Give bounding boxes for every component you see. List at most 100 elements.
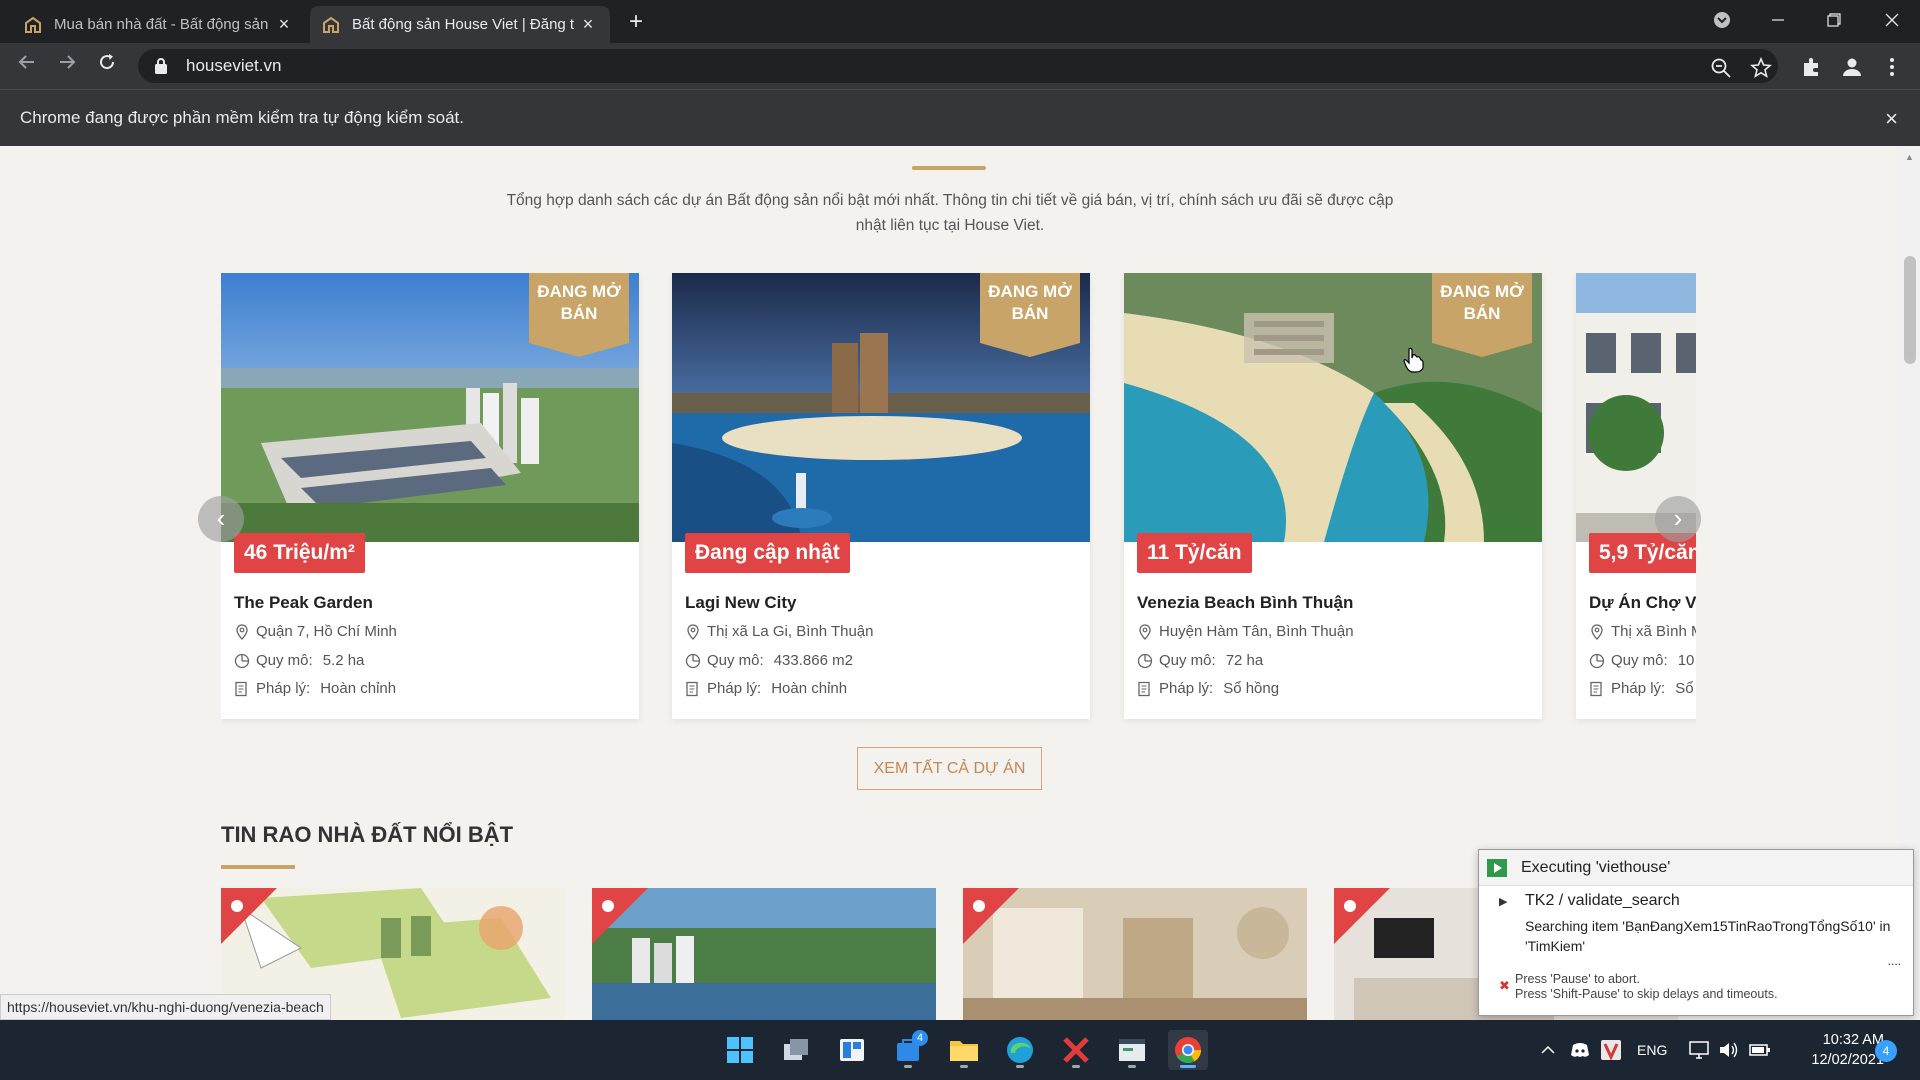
carousel-prev-arrow-icon[interactable]: ‹ (198, 496, 244, 542)
scrollbar-thumb[interactable] (1904, 256, 1916, 364)
execution-progress-dots: .... (1887, 954, 1901, 968)
location-pin-icon (1591, 623, 1603, 640)
scroll-up-arrow-icon[interactable]: ▲ (1905, 152, 1914, 162)
running-indicator (904, 1065, 912, 1068)
lock-icon[interactable] (154, 57, 172, 75)
restore-icon[interactable] (1806, 0, 1862, 40)
notification-badge[interactable]: 4 (1875, 1040, 1897, 1062)
open-sale-label: ĐANG MỞ BÁN (537, 282, 621, 323)
scale-label: Quy mô: (707, 652, 764, 669)
link-status-url: https://houseviet.vn/khu-nghi-duong/vene… (0, 994, 331, 1020)
project-name[interactable]: The Peak Garden (234, 593, 373, 613)
file-explorer-icon[interactable] (944, 1030, 984, 1070)
browser-tab-strip: Mua bán nhà đất - Bất động sản × Bất độn… (0, 0, 1920, 43)
clock-date: 12/02/2021 (1811, 1052, 1884, 1068)
running-indicator (960, 1065, 968, 1068)
execution-detail-line: Searching item 'BạnĐangXem15TinRaoTrongT… (1525, 918, 1891, 934)
tab-title: Mua bán nhà đất - Bất động sản (54, 16, 269, 33)
battery-icon[interactable] (1749, 1020, 1771, 1080)
reload-icon[interactable] (92, 51, 122, 81)
discord-icon[interactable] (1570, 1020, 1590, 1080)
infobar-message: Chrome đang được phần mềm kiểm tra tự độ… (20, 108, 464, 127)
zoom-out-icon[interactable] (1710, 57, 1732, 79)
forward-arrow-icon[interactable] (52, 51, 82, 81)
task-view-icon[interactable] (776, 1030, 816, 1070)
terminal-app-icon[interactable] (1112, 1030, 1152, 1070)
open-sale-badge: ĐANG MỞ BÁN (980, 273, 1080, 357)
scale-label: Quy mô: (256, 652, 313, 669)
microsoft-store-icon[interactable]: 4 (888, 1030, 928, 1070)
abort-x-icon: ✖ (1499, 978, 1510, 993)
language-indicator[interactable]: ENG (1637, 1020, 1667, 1080)
project-location: Huyện Hàm Tân, Bình Thuận (1137, 623, 1354, 640)
vivaldi-icon[interactable] (1601, 1020, 1621, 1080)
legal-label: Pháp lý: (1159, 680, 1214, 697)
execution-step: TK2 / validate_search (1525, 892, 1680, 909)
address-bar[interactable]: houseviet.vn (138, 49, 1778, 83)
edge-browser-icon[interactable] (1000, 1030, 1040, 1070)
profile-avatar-icon[interactable] (1840, 55, 1864, 79)
location-text: Quận 7, Hồ Chí Minh (256, 623, 397, 640)
project-card[interactable]: ĐANG MỞ BÁN 46 Triệu/m² The Peak Garden … (221, 273, 639, 719)
project-carousel: ĐANG MỞ BÁN 46 Triệu/m² The Peak Garden … (221, 273, 1696, 728)
location-pin-icon (1139, 623, 1151, 640)
tab-close-icon[interactable]: × (274, 14, 294, 35)
extensions-puzzle-icon[interactable] (1800, 55, 1824, 79)
show-hidden-icons-chevron-icon[interactable] (1540, 1020, 1556, 1080)
legal-value: Hoàn chỉnh (320, 680, 397, 697)
location-text: Huyện Hàm Tân, Bình Thuận (1159, 623, 1354, 640)
scale-value: 10 (1677, 652, 1695, 669)
tab-mua-ban-nha-dat[interactable]: Mua bán nhà đất - Bất động sản × (12, 6, 306, 43)
project-legal: Pháp lý: Hoàn chỉnh (685, 680, 847, 697)
hot-listing-badge-icon (1334, 888, 1390, 944)
hand-cursor-icon (1403, 347, 1424, 373)
hot-listing-badge-icon (221, 888, 277, 944)
legal-value: Hoàn chỉnh (771, 680, 848, 697)
system-clock[interactable]: 10:32 AM 12/02/2021 (1788, 1030, 1884, 1070)
network-icon[interactable] (1688, 1020, 1710, 1080)
running-indicator (1016, 1065, 1024, 1068)
project-card[interactable]: ĐANG MỞ BÁN 11 Tỷ/căn Venezia Beach Bình… (1124, 273, 1542, 719)
listing-card[interactable] (592, 888, 936, 1020)
chrome-icon[interactable] (1168, 1030, 1208, 1070)
listing-card[interactable] (963, 888, 1307, 1020)
carousel-next-arrow-icon[interactable]: › (1655, 496, 1701, 542)
pie-chart-icon (234, 653, 250, 668)
project-location: Thị xã Bình M (1589, 623, 1696, 640)
scale-value: 5.2 ha (322, 652, 365, 669)
back-arrow-icon[interactable] (12, 51, 42, 81)
expand-arrow-icon[interactable]: ▶ (1499, 895, 1507, 908)
project-name[interactable]: Venezia Beach Bình Thuận (1137, 593, 1353, 613)
location-pin-icon (687, 623, 699, 640)
minimize-icon[interactable] (1750, 0, 1806, 40)
legal-label: Pháp lý: (256, 680, 311, 697)
section-divider (221, 865, 295, 869)
volume-icon[interactable] (1718, 1020, 1740, 1080)
tab-bat-dong-san-house-viet[interactable]: Bất động sản House Viet | Đăng t × (310, 6, 610, 43)
window-close-icon[interactable] (1864, 0, 1920, 40)
view-all-projects-button[interactable]: XEM TẤT CẢ DỰ ÁN (857, 747, 1042, 790)
running-indicator (1128, 1065, 1136, 1068)
project-legal: Pháp lý: Hoàn chỉnh (234, 680, 396, 697)
project-location: Thị xã La Gi, Bình Thuận (685, 623, 874, 640)
ranorex-tool-icon[interactable] (1056, 1030, 1096, 1070)
new-tab-button[interactable]: + (622, 8, 650, 36)
start-windows-icon[interactable] (720, 1030, 760, 1070)
widgets-icon[interactable] (832, 1030, 872, 1070)
more-vertical-icon[interactable] (1880, 55, 1904, 79)
project-name[interactable]: Lagi New City (685, 593, 796, 613)
project-location: Quận 7, Hồ Chí Minh (234, 623, 397, 640)
execution-detail: Searching item 'BạnĐangXem15TinRaoTrongT… (1525, 916, 1910, 956)
scale-value: 72 ha (1225, 652, 1264, 669)
pie-chart-icon (1137, 653, 1153, 668)
document-icon (686, 681, 698, 696)
project-name[interactable]: Dự Án Chợ Vă (1589, 593, 1696, 613)
close-icon[interactable]: × (1885, 106, 1898, 132)
project-card[interactable]: ĐANG MỞ BÁN Đang cập nhật Lagi New City … (672, 273, 1090, 719)
url-text[interactable]: houseviet.vn (186, 56, 281, 76)
tab-search-icon[interactable] (1694, 0, 1750, 40)
tab-close-icon[interactable]: × (578, 14, 598, 35)
bookmark-star-icon[interactable] (1750, 56, 1772, 79)
legal-value: Sổ (1675, 680, 1694, 697)
execution-detail-line: 'TimKiem' (1525, 938, 1586, 954)
